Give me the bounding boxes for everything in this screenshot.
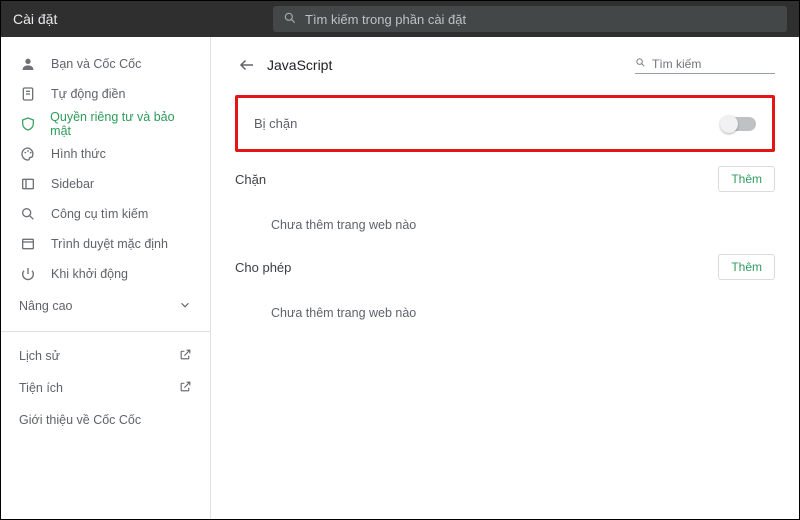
header-search-placeholder: Tìm kiếm trong phần cài đặt xyxy=(305,12,466,27)
chevron-down-icon xyxy=(178,298,192,315)
sidebar-link-extensions[interactable]: Tiện ích xyxy=(1,372,210,404)
sidebar-item-autofill[interactable]: Tự động điền xyxy=(1,79,210,109)
main-content: JavaScript Tìm kiếm Bị chặn Chặn xyxy=(211,37,799,519)
sidebar-item-label: Khi khởi động xyxy=(51,267,128,281)
block-empty-text: Chưa thêm trang web nào xyxy=(235,198,775,242)
back-button[interactable] xyxy=(235,53,259,77)
sidebar-item-default-browser[interactable]: Trình duyệt mặc định xyxy=(1,229,210,259)
sidebar-item-label: Hình thức xyxy=(51,147,106,161)
sidebar-about-label: Giới thiệu về Cốc Cốc xyxy=(19,413,141,427)
sidebar-link-history[interactable]: Lịch sử xyxy=(1,340,210,372)
external-link-icon xyxy=(179,348,192,364)
sidebar-item-label: Bạn và Cốc Cốc xyxy=(51,57,141,71)
palette-icon xyxy=(19,145,37,163)
sidebar-link-label: Lịch sử xyxy=(19,349,60,363)
external-link-icon xyxy=(179,380,192,396)
app-title: Cài đặt xyxy=(13,11,273,27)
blocked-toggle[interactable] xyxy=(722,117,756,131)
power-icon xyxy=(19,265,37,283)
blocked-label: Bị chặn xyxy=(254,116,297,131)
search-icon xyxy=(635,57,646,71)
sidebar-item-on-startup[interactable]: Khi khởi động xyxy=(1,259,210,289)
allow-empty-text: Chưa thêm trang web nào xyxy=(235,286,775,330)
page-header: JavaScript Tìm kiếm xyxy=(235,53,775,77)
blocked-card: Bị chặn xyxy=(235,95,775,152)
allow-section-title: Cho phép xyxy=(235,260,291,275)
block-section: Chặn Thêm Chưa thêm trang web nào xyxy=(235,164,775,242)
sidebar-item-label: Trình duyệt mặc định xyxy=(51,237,168,251)
sidebar-link-label: Tiện ích xyxy=(19,381,63,395)
sidebar-item-you-and-coccoc[interactable]: Bạn và Cốc Cốc xyxy=(1,49,210,79)
sidebar-item-label: Công cụ tìm kiếm xyxy=(51,207,148,221)
sidebar-advanced[interactable]: Nâng cao xyxy=(1,289,210,323)
search-icon xyxy=(19,205,37,223)
allow-add-button[interactable]: Thêm xyxy=(718,254,775,280)
sidebar-item-label: Sidebar xyxy=(51,177,94,191)
sidebar-advanced-label: Nâng cao xyxy=(19,299,73,313)
app-header: Cài đặt Tìm kiếm trong phần cài đặt xyxy=(1,1,799,37)
block-section-title: Chặn xyxy=(235,172,266,187)
browser-icon xyxy=(19,235,37,253)
allow-section: Cho phép Thêm Chưa thêm trang web nào xyxy=(235,252,775,330)
sidebar-item-search-engine[interactable]: Công cụ tìm kiếm xyxy=(1,199,210,229)
shield-icon xyxy=(19,115,36,133)
sidebar-item-label: Quyền riêng tư và bảo mật xyxy=(50,110,192,138)
sidebar-item-privacy[interactable]: Quyền riêng tư và bảo mật xyxy=(1,109,210,139)
header-search[interactable]: Tìm kiếm trong phần cài đặt xyxy=(273,6,787,32)
sidebar-item-sidebar[interactable]: Sidebar xyxy=(1,169,210,199)
autofill-icon xyxy=(19,85,37,103)
sidebar-item-appearance[interactable]: Hình thức xyxy=(1,139,210,169)
block-add-button[interactable]: Thêm xyxy=(718,166,775,192)
page-search[interactable]: Tìm kiếm xyxy=(635,57,775,74)
sidebar-item-label: Tự động điền xyxy=(51,87,125,101)
sidebar-icon xyxy=(19,175,37,193)
page-search-placeholder: Tìm kiếm xyxy=(652,57,701,71)
sidebar-about[interactable]: Giới thiệu về Cốc Cốc xyxy=(1,404,210,436)
search-icon xyxy=(283,11,297,28)
page-title: JavaScript xyxy=(267,57,332,73)
sidebar: Bạn và Cốc Cốc Tự động điền Quyền riêng … xyxy=(1,37,211,519)
person-icon xyxy=(19,55,37,73)
